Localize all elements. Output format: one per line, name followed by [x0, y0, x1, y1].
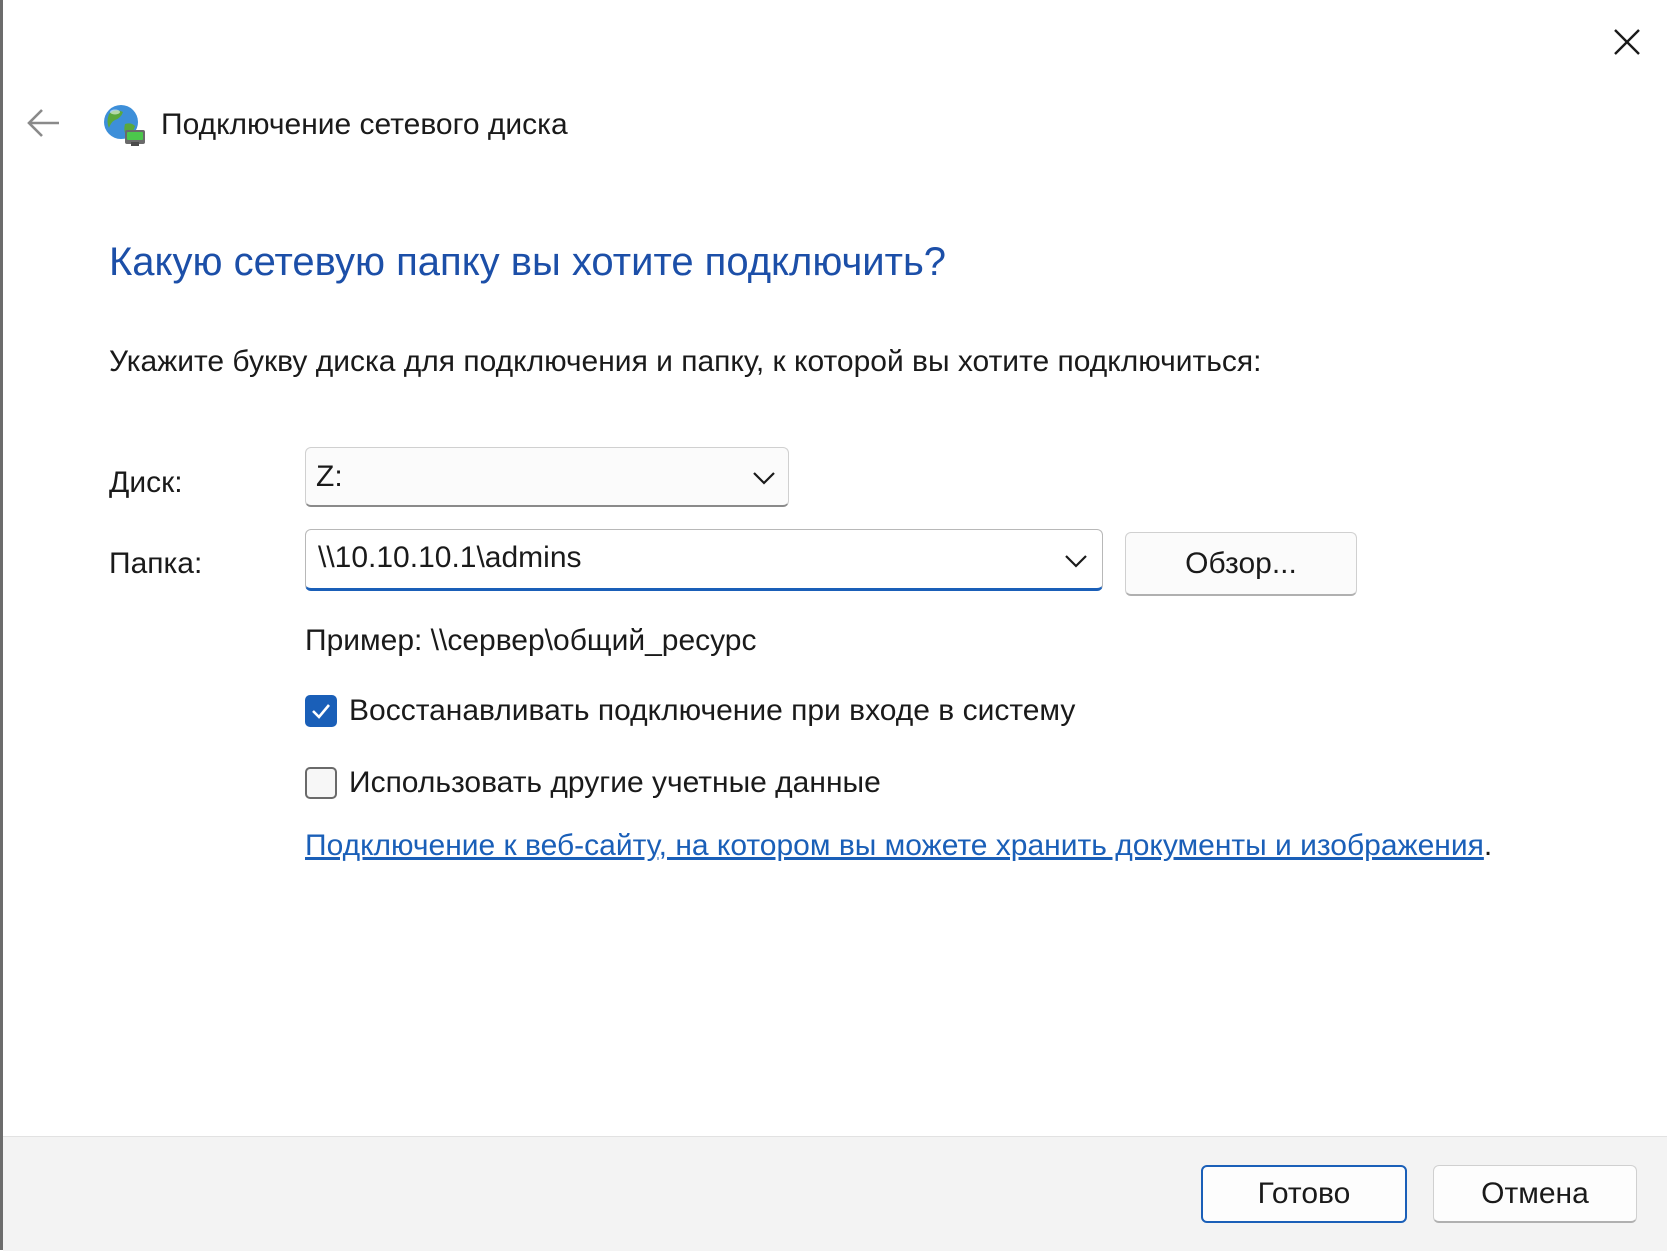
drive-label: Диск:	[109, 466, 183, 499]
window-title: Подключение сетевого диска	[161, 108, 568, 141]
close-icon	[1614, 29, 1640, 55]
example-text: Пример: \\сервер\общий_ресурс	[305, 624, 757, 657]
close-button[interactable]	[1599, 18, 1655, 66]
chevron-down-icon	[753, 472, 775, 485]
folder-input[interactable]	[318, 538, 1018, 578]
back-button[interactable]	[21, 100, 67, 146]
instruction-text: Укажите букву диска для подключения и па…	[109, 345, 1262, 378]
cancel-button[interactable]: Отмена	[1433, 1165, 1637, 1223]
folder-combo[interactable]	[305, 529, 1103, 591]
other-credentials-checkbox[interactable]	[305, 767, 337, 799]
map-network-drive-dialog: Подключение сетевого диска Какую сетевую…	[0, 0, 1667, 1251]
reconnect-checkbox-row[interactable]: Восстанавливать подключение при входе в …	[305, 694, 1075, 728]
dialog-footer: Готово Отмена	[3, 1136, 1667, 1251]
drive-select[interactable]: Z:	[305, 447, 789, 507]
web-link-row: Подключение к веб-сайту, на котором вы м…	[305, 829, 1492, 863]
chevron-down-icon[interactable]	[1062, 551, 1090, 571]
checkmark-icon	[312, 704, 330, 719]
drive-select-value: Z:	[316, 460, 343, 493]
web-site-link[interactable]: Подключение к веб-сайту, на котором вы м…	[305, 829, 1484, 862]
other-credentials-checkbox-row[interactable]: Использовать другие учетные данные	[305, 766, 881, 800]
web-link-suffix: .	[1483, 829, 1493, 862]
finish-button[interactable]: Готово	[1201, 1165, 1407, 1223]
other-credentials-label: Использовать другие учетные данные	[349, 766, 881, 799]
reconnect-checkbox[interactable]	[305, 695, 337, 727]
arrow-left-icon	[27, 109, 59, 137]
network-drive-icon	[104, 105, 145, 146]
reconnect-label: Восстанавливать подключение при входе в …	[349, 694, 1076, 727]
page-heading: Какую сетевую папку вы хотите подключить…	[109, 240, 947, 284]
folder-label: Папка:	[109, 547, 203, 580]
browse-button[interactable]: Обзор...	[1125, 532, 1357, 596]
